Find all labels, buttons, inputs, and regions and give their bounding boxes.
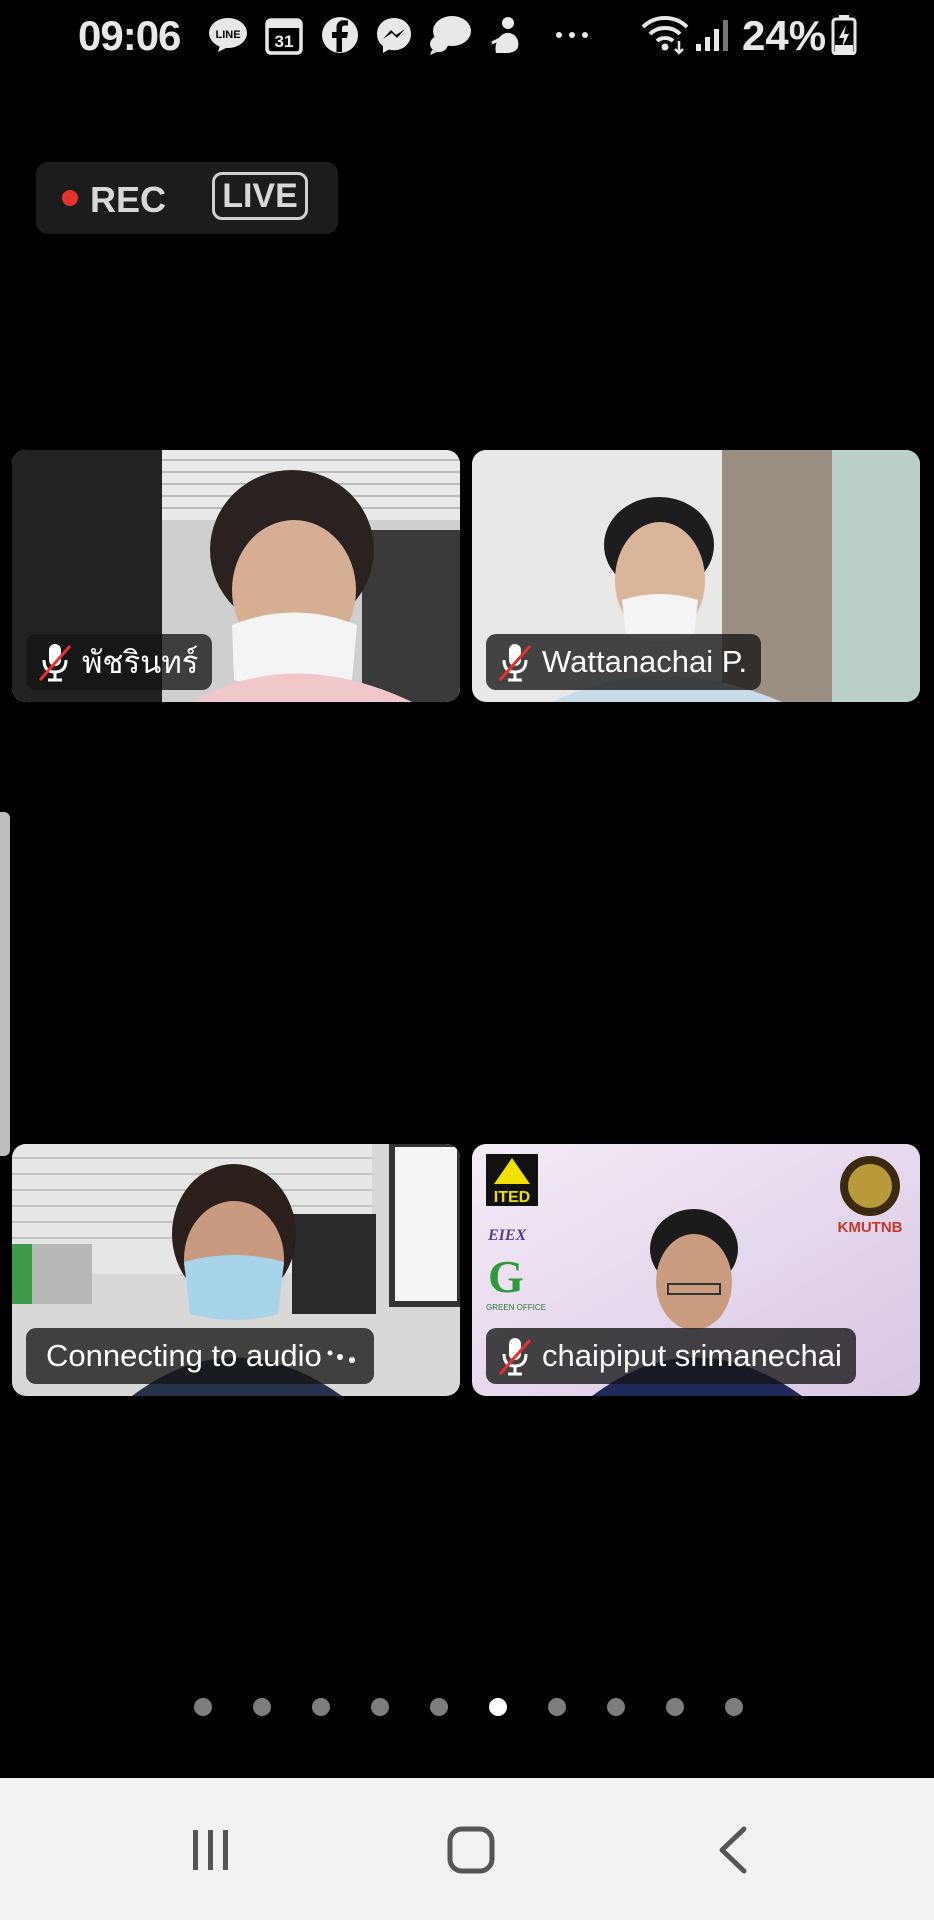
status-time: 09:06 bbox=[78, 12, 181, 59]
home-button[interactable] bbox=[426, 1808, 516, 1892]
battery-percent: 24% bbox=[742, 12, 827, 59]
recents-button[interactable] bbox=[166, 1808, 256, 1892]
live-badge[interactable]: LIVE bbox=[212, 172, 308, 220]
page-dot[interactable] bbox=[253, 1698, 271, 1716]
participant-name-tag: chaipiput srimanechai bbox=[486, 1328, 856, 1384]
wifi-icon bbox=[640, 14, 690, 56]
messenger-icon bbox=[374, 14, 414, 56]
page-dot[interactable] bbox=[194, 1698, 212, 1716]
page-dot[interactable] bbox=[312, 1698, 330, 1716]
participant-name-tag: พัชรินทร์ bbox=[26, 634, 213, 690]
home-icon bbox=[447, 1826, 495, 1874]
page-indicator[interactable] bbox=[194, 1698, 743, 1716]
participant-tile[interactable]: พัชรินทร์ bbox=[12, 450, 460, 702]
side-panel-handle[interactable] bbox=[0, 812, 10, 1156]
loading-dots-icon bbox=[327, 1350, 355, 1363]
back-button[interactable] bbox=[688, 1808, 778, 1892]
person-icon bbox=[486, 14, 526, 56]
kmutnb-logo-text: KMUTNB bbox=[838, 1219, 903, 1236]
signal-icon bbox=[694, 14, 730, 56]
calendar-icon: 31 bbox=[264, 14, 304, 56]
ited-logo-text: ITED bbox=[494, 1189, 530, 1206]
page-dot[interactable] bbox=[430, 1698, 448, 1716]
line-icon-label: LINE bbox=[215, 29, 240, 41]
page-dot[interactable] bbox=[607, 1698, 625, 1716]
participant-tile[interactable]: Connecting to audio bbox=[12, 1144, 460, 1396]
status-bar: 09:06 LINE 31 24% bbox=[0, 0, 934, 72]
more-icon bbox=[552, 14, 592, 56]
page-dot[interactable] bbox=[725, 1698, 743, 1716]
chat-icon bbox=[428, 14, 472, 56]
green-office-logo-text: GREEN OFFICE bbox=[486, 1303, 546, 1312]
page-dot[interactable] bbox=[371, 1698, 389, 1716]
rec-label: REC bbox=[90, 179, 167, 220]
participant-name: Wattanachai P. bbox=[542, 644, 748, 679]
participant-name-tag: Connecting to audio bbox=[26, 1328, 374, 1384]
back-icon bbox=[719, 1826, 747, 1874]
participant-name: Connecting to audio bbox=[46, 1338, 322, 1373]
participant-tile[interactable]: Wattanachai P. bbox=[472, 450, 920, 702]
facebook-icon bbox=[320, 14, 360, 56]
calendar-day: 31 bbox=[275, 32, 294, 51]
page-dot[interactable] bbox=[666, 1698, 684, 1716]
participant-name: chaipiput srimanechai bbox=[542, 1338, 842, 1373]
recents-icon bbox=[193, 1830, 228, 1870]
svg-text:G: G bbox=[488, 1251, 524, 1302]
battery-icon bbox=[830, 14, 858, 56]
eiex-logo-text: EIEX bbox=[487, 1227, 527, 1244]
participant-tile[interactable]: ITED EIEX G GREEN OFFICE KMUTNB chaipipu… bbox=[472, 1144, 920, 1396]
mic-muted-icon bbox=[38, 644, 72, 682]
system-nav-bar bbox=[0, 1778, 934, 1920]
recording-indicator[interactable]: REC LIVE bbox=[36, 162, 338, 234]
mic-muted-icon bbox=[498, 1338, 532, 1376]
line-icon: LINE bbox=[208, 14, 248, 56]
participant-name: พัชรินทร์ bbox=[82, 645, 199, 680]
rec-dot-icon bbox=[62, 190, 78, 206]
participant-name-tag: Wattanachai P. bbox=[486, 634, 762, 690]
page-dot[interactable] bbox=[548, 1698, 566, 1716]
page-dot-active[interactable] bbox=[489, 1698, 507, 1716]
mic-muted-icon bbox=[498, 644, 532, 682]
